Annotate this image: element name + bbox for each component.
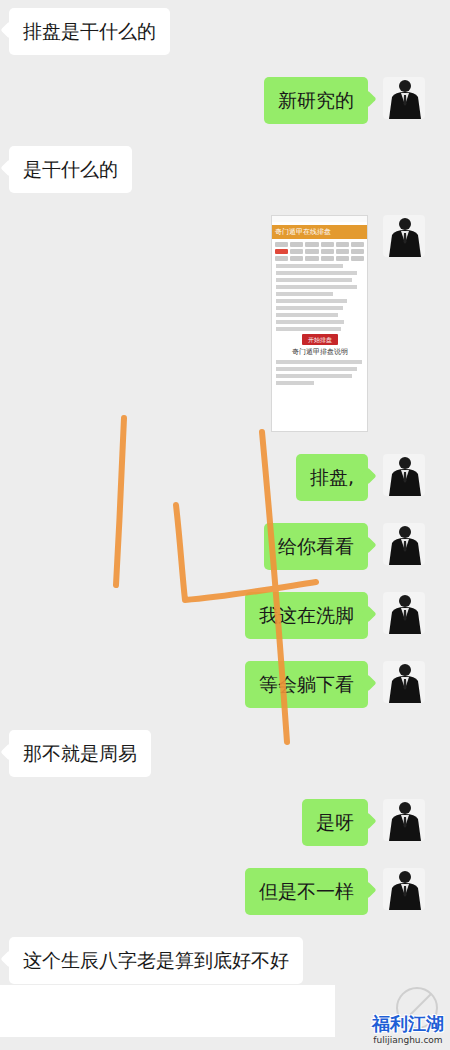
shot-form-line	[276, 271, 357, 275]
message-row: 排盘,	[0, 454, 450, 501]
avatar-icon[interactable]	[383, 215, 425, 257]
shot-heading: 奇门遁甲排盘说明	[272, 348, 367, 357]
shot-text-line	[276, 367, 357, 371]
shot-nav-item	[305, 242, 318, 247]
watermark-name: 福利江湖	[372, 1013, 444, 1035]
avatar-icon[interactable]	[383, 77, 425, 119]
message-row: 奇门遁甲在线排盘开始排盘奇门遁甲排盘说明	[0, 215, 450, 432]
shot-form-line	[276, 299, 347, 303]
message-bubble[interactable]: 新研究的	[264, 77, 368, 124]
shot-text-line	[276, 360, 362, 364]
message-bubble[interactable]: 那不就是周易	[9, 730, 151, 777]
shot-form-line	[276, 285, 357, 289]
shot-nav-item	[336, 256, 349, 261]
shot-nav-item	[321, 242, 334, 247]
avatar-icon[interactable]	[383, 592, 425, 634]
message-row: 我这在洗脚	[0, 592, 450, 639]
shot-form-line	[276, 320, 344, 324]
shot-form-line	[276, 306, 343, 310]
message-bubble[interactable]: 但是不一样	[245, 868, 368, 915]
shot-nav-item	[305, 249, 318, 254]
shot-nav-item	[336, 242, 349, 247]
shot-nav-item	[351, 242, 364, 247]
shot-nav-item	[321, 249, 334, 254]
shot-text-line	[276, 374, 352, 378]
message-bubble[interactable]: 我这在洗脚	[245, 592, 368, 639]
message-row: 这个生辰八字老是算到底好不好	[0, 937, 450, 984]
message-row: 排盘是干什么的	[0, 8, 450, 55]
shot-nav-item	[290, 256, 303, 261]
watermark: 福利江湖fulijianghu.com	[372, 1013, 444, 1046]
shot-text-line	[276, 381, 314, 385]
avatar-icon[interactable]	[383, 799, 425, 841]
shot-status-bar	[272, 216, 367, 222]
shot-nav-item	[275, 249, 288, 254]
message-bubble[interactable]: 给你看看	[264, 523, 368, 570]
shot-form-line	[276, 327, 341, 331]
shot-header: 奇门遁甲在线排盘	[272, 225, 367, 239]
watermark-icon	[394, 985, 440, 1031]
message-input[interactable]	[0, 985, 335, 1037]
message-row: 但是不一样	[0, 868, 450, 915]
watermark-url: fulijianghu.com	[373, 1035, 442, 1046]
shot-nav-item	[275, 242, 288, 247]
message-bubble[interactable]: 排盘是干什么的	[9, 8, 170, 55]
shot-form-line	[276, 313, 338, 317]
shot-form-line	[276, 292, 333, 296]
message-bubble[interactable]: 这个生辰八字老是算到底好不好	[9, 937, 303, 984]
image-message[interactable]: 奇门遁甲在线排盘开始排盘奇门遁甲排盘说明	[271, 215, 368, 432]
message-row: 是干什么的	[0, 146, 450, 193]
shot-nav-item	[321, 256, 334, 261]
avatar-icon[interactable]	[383, 523, 425, 565]
message-bubble[interactable]: 是呀	[302, 799, 368, 846]
shot-button: 开始排盘	[302, 334, 338, 345]
shot-nav-item	[351, 256, 364, 261]
shot-nav-item	[336, 249, 349, 254]
shot-nav	[272, 242, 367, 261]
message-list: 排盘是干什么的新研究的是干什么的奇门遁甲在线排盘开始排盘奇门遁甲排盘说明排盘, 给…	[0, 0, 450, 985]
shot-nav-item	[351, 249, 364, 254]
chat-screen: 排盘是干什么的新研究的是干什么的奇门遁甲在线排盘开始排盘奇门遁甲排盘说明排盘, 给…	[0, 0, 450, 1050]
avatar-icon[interactable]	[383, 868, 425, 910]
message-row: 是呀	[0, 799, 450, 846]
shot-nav-item	[290, 242, 303, 247]
message-bubble[interactable]: 是干什么的	[9, 146, 132, 193]
shot-form-line	[276, 278, 352, 282]
shot-nav-item	[305, 256, 318, 261]
shot-nav-item	[275, 256, 288, 261]
avatar-icon[interactable]	[383, 661, 425, 703]
input-bar	[0, 985, 450, 1050]
message-row: 给你看看	[0, 523, 450, 570]
message-bubble[interactable]: 等会躺下看	[245, 661, 368, 708]
shot-form-line	[276, 264, 343, 268]
message-row: 等会躺下看	[0, 661, 450, 708]
avatar-icon[interactable]	[383, 454, 425, 496]
message-bubble[interactable]: 排盘,	[296, 454, 368, 501]
message-row: 那不就是周易	[0, 730, 450, 777]
message-row: 新研究的	[0, 77, 450, 124]
scribble-icon	[0, 0, 450, 1050]
shot-nav-item	[290, 249, 303, 254]
